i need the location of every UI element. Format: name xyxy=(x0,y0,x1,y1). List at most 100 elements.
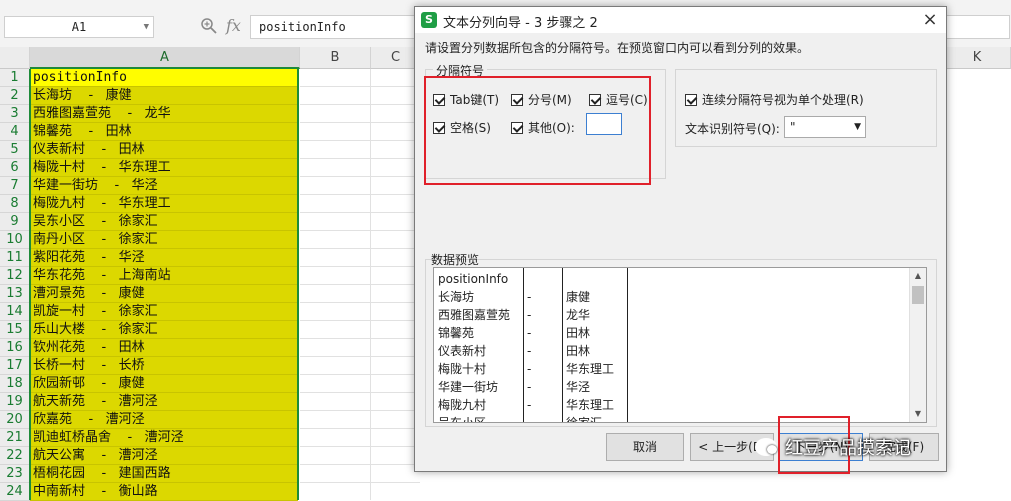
preview-cell: - xyxy=(527,344,532,358)
scroll-down-icon[interactable]: ▼ xyxy=(910,406,926,422)
sheet-cell[interactable]: 凯迪虹桥晶舍 - 漕河泾 xyxy=(30,429,298,447)
other-delimiter-input[interactable] xyxy=(586,113,622,135)
sheet-cell[interactable]: 华建一街坊 - 华泾 xyxy=(30,177,298,195)
row-header[interactable]: 24 xyxy=(0,483,30,501)
sheet-cell[interactable]: 锦馨苑 - 田林 xyxy=(30,123,298,141)
sheet-cell[interactable]: 长海坊 - 康健 xyxy=(30,87,298,105)
sheet-cell[interactable]: 乐山大楼 - 徐家汇 xyxy=(30,321,298,339)
row-header[interactable]: 14 xyxy=(0,303,30,321)
chevron-down-icon[interactable]: ▼ xyxy=(144,17,149,37)
space-checkbox[interactable]: 空格(S) xyxy=(433,119,491,136)
row-header[interactable]: 22 xyxy=(0,447,30,465)
cancel-button[interactable]: 取消 xyxy=(606,433,684,461)
sheet-cell[interactable]: 仪表新村 - 田林 xyxy=(30,141,298,159)
sheet-cell[interactable]: 紫阳花苑 - 华泾 xyxy=(30,249,298,267)
sheet-cell[interactable]: 钦州花苑 - 田林 xyxy=(30,339,298,357)
data-preview[interactable]: positionInfo 长海坊 - 康健 西雅图嘉萱苑 - 龙华 锦馨苑 - 田林 仪表新村 - 田林… xyxy=(433,267,927,423)
app-logo-icon: S xyxy=(421,12,437,28)
preview-cell: 长海坊 xyxy=(438,290,475,304)
preview-row: 长海坊 - 康健 xyxy=(434,288,910,306)
comma-checkbox-label: 逗号(C) xyxy=(606,93,648,107)
preview-cell: 徐家汇 xyxy=(566,416,603,423)
row-header[interactable]: 15 xyxy=(0,321,30,339)
watermark-text: 红豆产品摸索记 xyxy=(785,438,911,459)
row-header[interactable]: 23 xyxy=(0,465,30,483)
row-header[interactable]: 9 xyxy=(0,213,30,231)
preview-cell: positionInfo xyxy=(438,272,509,286)
row-header[interactable]: 8 xyxy=(0,195,30,213)
dialog-titlebar[interactable]: S 文本分列向导 - 3 步骤之 2 × xyxy=(415,7,946,33)
checkbox-checked-icon[interactable] xyxy=(511,93,523,106)
checkbox-checked-icon[interactable] xyxy=(433,93,445,106)
column-break-line[interactable] xyxy=(562,268,563,422)
sheet-grid[interactable] xyxy=(300,69,420,500)
scroll-thumb[interactable] xyxy=(912,286,924,304)
sheet-cell[interactable]: 南丹小区 - 徐家汇 xyxy=(30,231,298,249)
zoom-icon[interactable] xyxy=(200,17,218,35)
row-header[interactable]: 21 xyxy=(0,429,30,447)
row-header[interactable]: 2 xyxy=(0,87,30,105)
sheet-cell[interactable]: 西雅图嘉萱苑 - 龙华 xyxy=(30,105,298,123)
preview-label: 数据预览 xyxy=(431,253,480,267)
row-header[interactable]: 3 xyxy=(0,105,30,123)
preview-row: 华建一街坊 - 华泾 xyxy=(434,378,910,396)
preview-cell: 华东理工 xyxy=(566,398,615,412)
comma-checkbox[interactable]: 逗号(C) xyxy=(589,91,648,108)
chevron-down-icon[interactable]: ▼ xyxy=(854,117,861,137)
sheet-cell[interactable]: 欣嘉苑 - 漕河泾 xyxy=(30,411,298,429)
select-all-corner[interactable] xyxy=(0,47,30,69)
checkbox-checked-icon[interactable] xyxy=(685,93,697,106)
column-header-a[interactable]: A xyxy=(30,47,300,69)
space-checkbox-label: 空格(S) xyxy=(450,121,491,135)
sheet-cell[interactable]: 梅陇十村 - 华东理工 xyxy=(30,159,298,177)
preview-cell: 康健 xyxy=(566,290,591,304)
sheet-cell[interactable]: 航天新苑 - 漕河泾 xyxy=(30,393,298,411)
semicolon-checkbox[interactable]: 分号(M) xyxy=(511,91,572,108)
close-icon[interactable]: × xyxy=(920,10,940,30)
checkbox-checked-icon[interactable] xyxy=(511,121,523,134)
row-header[interactable]: 5 xyxy=(0,141,30,159)
sheet-cell[interactable]: 漕河景苑 - 康健 xyxy=(30,285,298,303)
row-header[interactable]: 13 xyxy=(0,285,30,303)
row-header[interactable]: 19 xyxy=(0,393,30,411)
row-header[interactable]: 12 xyxy=(0,267,30,285)
consecutive-checkbox[interactable]: 连续分隔符号视为单个处理(R) xyxy=(685,91,864,108)
fx-icon[interactable]: fx xyxy=(226,16,241,35)
row-header[interactable]: 20 xyxy=(0,411,30,429)
sheet-cell[interactable]: 梧桐花园 - 建国西路 xyxy=(30,465,298,483)
column-break-line[interactable] xyxy=(627,268,628,422)
sheet-cell[interactable]: 中南新村 - 衡山路 xyxy=(30,483,298,501)
checkbox-checked-icon[interactable] xyxy=(433,121,445,134)
sheet-cell[interactable]: 梅陇九村 - 华东理工 xyxy=(30,195,298,213)
row-header[interactable]: 11 xyxy=(0,249,30,267)
row-header[interactable]: 1 xyxy=(0,69,30,87)
column-header-k[interactable]: K xyxy=(944,47,1011,69)
sheet-cell[interactable]: 华东花苑 - 上海南站 xyxy=(30,267,298,285)
preview-row: 梅陇十村 - 华东理工 xyxy=(434,360,910,378)
preview-scrollbar[interactable]: ▲ ▼ xyxy=(909,268,926,422)
text-to-columns-dialog: S 文本分列向导 - 3 步骤之 2 × 请设置分列数据所包含的分隔符号。在预览… xyxy=(414,6,947,472)
row-header[interactable]: 6 xyxy=(0,159,30,177)
sheet-cell[interactable]: 长桥一村 - 长桥 xyxy=(30,357,298,375)
preview-row: 仪表新村 - 田林 xyxy=(434,342,910,360)
row-header[interactable]: 18 xyxy=(0,375,30,393)
row-header[interactable]: 17 xyxy=(0,357,30,375)
sheet-cell[interactable]: 吴东小区 - 徐家汇 xyxy=(30,213,298,231)
sheet-cell[interactable]: 航天公寓 - 漕河泾 xyxy=(30,447,298,465)
active-cell[interactable]: positionInfo xyxy=(30,69,298,87)
row-header[interactable]: 10 xyxy=(0,231,30,249)
sheet-cell[interactable]: 凯旋一村 - 徐家汇 xyxy=(30,303,298,321)
row-header[interactable]: 7 xyxy=(0,177,30,195)
tab-checkbox-label: Tab键(T) xyxy=(450,93,500,107)
checkbox-checked-icon[interactable] xyxy=(589,93,601,106)
scroll-up-icon[interactable]: ▲ xyxy=(910,268,926,284)
column-header-b[interactable]: B xyxy=(300,47,371,69)
name-box[interactable]: A1 ▼ xyxy=(4,16,154,38)
sheet-cell[interactable]: 欣园新邨 - 康健 xyxy=(30,375,298,393)
qualifier-select[interactable]: " ▼ xyxy=(784,116,866,138)
column-break-line[interactable] xyxy=(523,268,524,422)
tab-checkbox[interactable]: Tab键(T) xyxy=(433,91,499,108)
other-checkbox[interactable]: 其他(O): xyxy=(511,119,575,136)
row-header[interactable]: 16 xyxy=(0,339,30,357)
row-header[interactable]: 4 xyxy=(0,123,30,141)
